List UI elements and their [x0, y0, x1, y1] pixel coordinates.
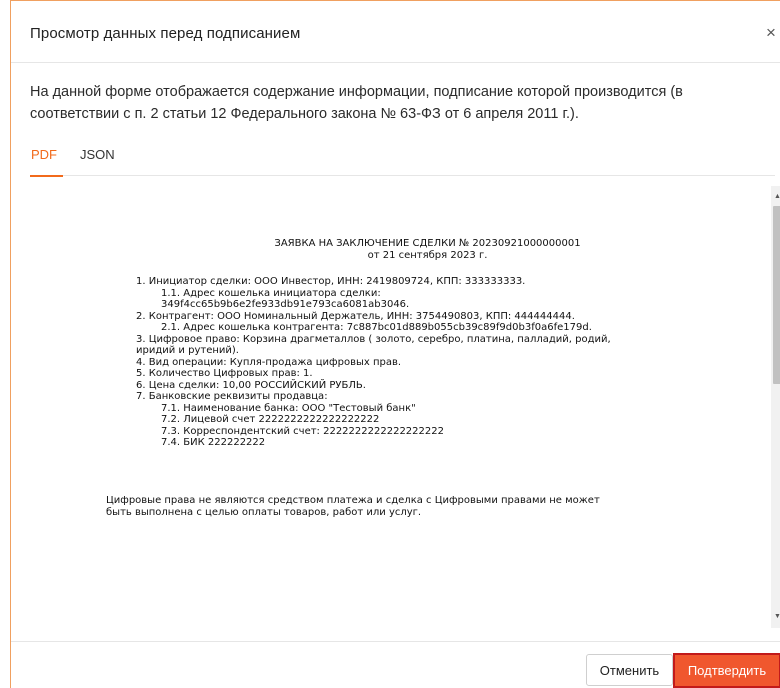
- document-title: ЗАЯВКА НА ЗАКЛЮЧЕНИЕ СДЕЛКИ № 2023092100…: [30, 238, 770, 261]
- pdf-document: ЗАЯВКА НА ЗАКЛЮЧЕНИЕ СДЕЛКИ № 2023092100…: [30, 186, 770, 628]
- document-footnote: Цифровые права не являются средством пла…: [106, 495, 600, 506]
- format-tabs: PDF JSON: [30, 142, 775, 177]
- modal-header: Просмотр данных перед подписанием ×: [11, 1, 780, 63]
- cancel-button[interactable]: Отменить: [586, 654, 673, 686]
- tab-json[interactable]: JSON: [80, 147, 115, 175]
- signing-preview-modal: Просмотр данных перед подписанием × На д…: [10, 0, 780, 688]
- document-line: 7. Банковские реквизиты продавца:: [136, 391, 328, 402]
- document-title-line: ЗАЯВКА НА ЗАКЛЮЧЕНИЕ СДЕЛКИ № 2023092100…: [274, 238, 581, 249]
- document-line: 5. Количество Цифровых прав: 1.: [136, 368, 313, 379]
- document-line: 6. Цена сделки: 10,00 РОССИЙСКИЙ РУБЛЬ.: [136, 379, 366, 391]
- modal-title: Просмотр данных перед подписанием: [30, 25, 301, 42]
- document-line: 7.1. Наименование банка: ООО "Тестовый б…: [161, 402, 416, 414]
- tab-pdf[interactable]: PDF: [30, 147, 63, 177]
- intro-text: На данной форме отображается содержание …: [30, 84, 683, 122]
- close-icon[interactable]: ×: [761, 22, 780, 44]
- document-line: 1. Инициатор сделки: ООО Инвестор, ИНН: …: [136, 276, 526, 287]
- document-line: 349f4cc65b9b6e2fe933db91e793ca6081ab3046…: [161, 299, 410, 310]
- modal-footer: Отменить Подтвердить: [11, 641, 780, 688]
- document-line: 7.2. Лицевой счет 2222222222222222222: [161, 414, 380, 425]
- document-line: 7.4. БИК 222222222: [161, 437, 266, 448]
- document-date-line: от 21 сентября 2023 г.: [367, 249, 488, 261]
- viewer-scrollbar[interactable]: ▲ ▼: [771, 186, 780, 628]
- scroll-thumb[interactable]: [773, 206, 780, 384]
- document-line: 2. Контрагент: ООО Номинальный Держатель…: [136, 310, 575, 322]
- document-footnote: быть выполнена с целью оплаты товаров, р…: [106, 506, 422, 518]
- document-line: 3. Цифровое право: Корзина драгметаллов …: [136, 333, 611, 345]
- pdf-viewer[interactable]: ЗАЯВКА НА ЗАКЛЮЧЕНИЕ СДЕЛКИ № 2023092100…: [30, 186, 780, 628]
- document-line: 1.1. Адрес кошелька инициатора сделки:: [161, 287, 381, 299]
- document-line: 4. Вид операции: Купля-продажа цифровых …: [136, 356, 402, 368]
- document-line: иридий и рутений).: [136, 345, 239, 356]
- scroll-up-icon[interactable]: ▲: [771, 190, 780, 204]
- scroll-down-icon[interactable]: ▼: [771, 610, 780, 624]
- document-line: 2.1. Адрес кошелька контрагента: 7c887bc…: [161, 322, 592, 333]
- document-line: 7.3. Корреспондентский счет: 22222222222…: [161, 425, 444, 437]
- confirm-button[interactable]: Подтвердить: [673, 653, 780, 688]
